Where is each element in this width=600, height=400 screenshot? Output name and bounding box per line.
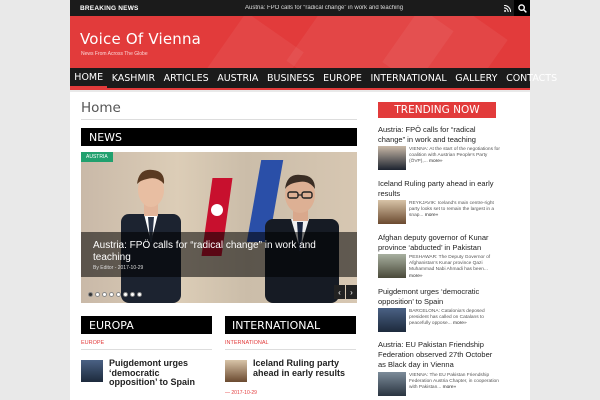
trending-item-title[interactable]: Iceland Ruling party ahead in early resu… [378, 179, 496, 199]
nav-item-home[interactable]: HOME [70, 68, 108, 88]
europa-category[interactable]: EUROPE [81, 340, 104, 346]
slider-dot[interactable] [88, 292, 93, 297]
international-heading: INTERNATIONAL [225, 316, 356, 334]
chevron-right-icon[interactable]: › [346, 285, 357, 299]
europa-article-title[interactable]: Puigdemont urges ‘democratic opposition’… [109, 358, 209, 388]
excerpt-text: VIENNA: At the start of the negotiations… [409, 147, 500, 165]
category-badge[interactable]: AUSTRIA [81, 152, 113, 162]
breaking-news-bar: BREAKING NEWS Austria: FPÖ calls for “ra… [70, 0, 530, 16]
excerpt-text: REYKJAVIK: Iceland’s main centre-right p… [409, 201, 495, 219]
nav-item-gallery[interactable]: GALLERY [451, 68, 502, 88]
breaking-news-ticker[interactable]: Austria: FPÖ calls for “radical change” … [245, 5, 500, 11]
international-article-title[interactable]: Iceland Ruling party ahead in early resu… [253, 358, 353, 378]
europa-divider [81, 349, 212, 350]
international-thumbnail[interactable] [225, 360, 247, 382]
international-divider [225, 349, 356, 350]
slide-title[interactable]: Austria: FPÖ calls for “radical change” … [93, 240, 349, 264]
trending-item-excerpt: REYKJAVIK: Iceland’s main centre-right p… [409, 201, 501, 220]
news-heading: NEWS [81, 128, 357, 146]
excerpt-text: PESHAWAR: The Deputy Governor of Afghani… [409, 255, 491, 273]
trending-item-excerpt: VIENNA: At the start of the negotiations… [409, 147, 501, 166]
trending-item-title[interactable]: Afghan deputy governor of Kunar province… [378, 233, 496, 253]
more-link[interactable]: more» [429, 159, 443, 164]
site-tagline: News From Across The Globe [81, 51, 148, 57]
slider-dot[interactable] [102, 292, 107, 297]
slide-author[interactable]: Editor [100, 265, 113, 271]
featured-slider[interactable]: AUSTRIA Austria: FPÖ calls for “radical … [81, 152, 357, 303]
page-content: Home NEWS AUSTRIA Austria: FPÖ calls for… [70, 92, 530, 400]
trending-thumbnail[interactable] [378, 146, 406, 170]
rss-icon[interactable] [500, 0, 514, 16]
nav-item-business[interactable]: BUSINESS [263, 68, 319, 88]
site-header: Voice Of Vienna News From Across The Glo… [70, 16, 530, 68]
header-decoration [206, 16, 304, 68]
europa-heading: EUROPA [81, 316, 212, 334]
trending-item-title[interactable]: Puigdemont urges ‘democratic opposition’… [378, 287, 496, 307]
trending-item-excerpt: PESHAWAR: The Deputy Governor of Afghani… [409, 255, 501, 280]
sidebar: TRENDING NOW Austria: FPÖ calls for “rad… [378, 92, 501, 400]
chevron-left-icon[interactable]: ‹ [334, 285, 345, 299]
trending-item-title[interactable]: Austria: EU Pakistan Friendship Federati… [378, 340, 496, 370]
site-title[interactable]: Voice Of Vienna [80, 30, 201, 48]
more-link[interactable]: more» [443, 385, 457, 390]
author-prefix: By [93, 265, 99, 271]
slider-dot[interactable] [130, 292, 135, 297]
slider-dot[interactable] [137, 292, 142, 297]
trending-item-excerpt: BARCELONA: Catalonia’s deposed president… [409, 309, 501, 328]
slider-dot[interactable] [116, 292, 121, 297]
nav-item-articles[interactable]: ARTICLES [159, 68, 213, 88]
page-title: Home [81, 100, 121, 116]
trending-thumbnail[interactable] [378, 308, 406, 332]
nav-item-international[interactable]: INTERNATIONAL [366, 68, 451, 88]
flag-emblem [211, 204, 223, 216]
breaking-news-label: BREAKING NEWS [80, 4, 139, 12]
trending-heading-label: TRENDING NOW [394, 104, 480, 116]
main-nav: HOME KASHMIR ARTICLES AUSTRIA BUSINESS E… [70, 68, 557, 90]
international-category[interactable]: INTERNATIONAL [225, 340, 269, 346]
more-link[interactable]: more» [409, 274, 423, 279]
slider-dot[interactable] [109, 292, 114, 297]
more-link[interactable]: more» [425, 213, 439, 218]
slide-separator: - [114, 265, 117, 271]
slide-meta: By Editor - 2017-10-29 [93, 265, 143, 271]
nav-item-kashmir[interactable]: KASHMIR [107, 68, 159, 88]
slider-dot[interactable] [95, 292, 100, 297]
excerpt-text: BARCELONA: Catalonia’s deposed president… [409, 309, 485, 327]
trending-heading: TRENDING NOW [378, 102, 496, 118]
slider-dot[interactable] [123, 292, 128, 297]
international-date: — 2017-10-29 [225, 390, 257, 396]
nav-item-contacts[interactable]: CONTACTS [502, 68, 562, 88]
trending-thumbnail[interactable] [378, 372, 406, 396]
trending-item-excerpt: VIENNA: The EU Pakistan Friendship Feder… [409, 373, 501, 392]
slider-pagination [88, 292, 142, 297]
more-link[interactable]: more» [453, 321, 467, 326]
trending-thumbnail[interactable] [378, 200, 406, 224]
slider-arrows: ‹ › [334, 285, 357, 299]
europa-thumbnail[interactable] [81, 360, 103, 382]
slide-date: 2017-10-29 [117, 265, 144, 271]
nav-item-europe[interactable]: EUROPE [319, 68, 366, 88]
trending-item-title[interactable]: Austria: FPÖ calls for “radical change” … [378, 125, 496, 145]
trending-thumbnail[interactable] [378, 254, 406, 278]
search-icon [517, 3, 527, 13]
nav-item-austria[interactable]: AUSTRIA [213, 68, 263, 88]
search-button[interactable] [514, 0, 530, 16]
title-divider [81, 119, 357, 120]
